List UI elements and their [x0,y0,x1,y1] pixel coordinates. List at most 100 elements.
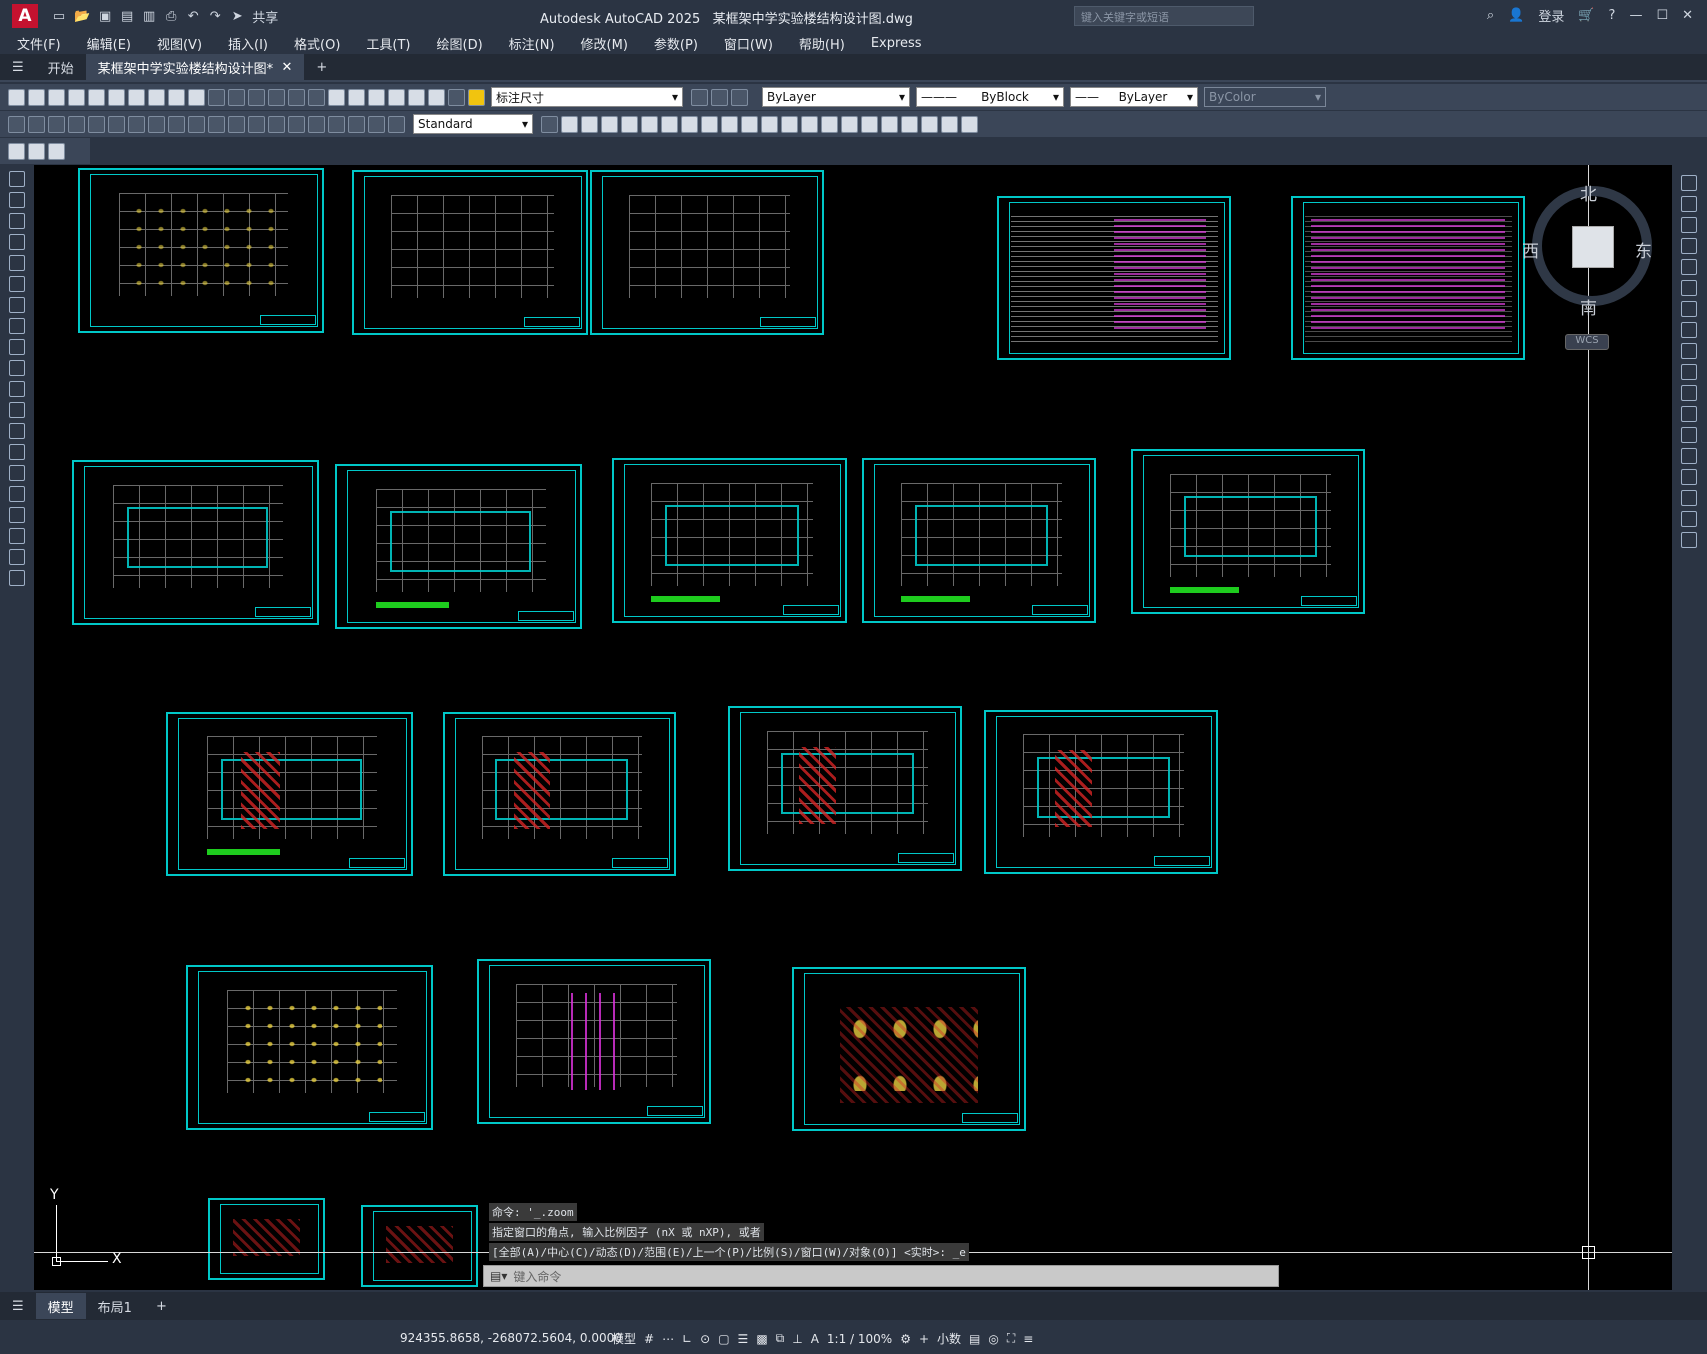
ortho-icon[interactable]: ∟ [682,1332,692,1346]
attribute-icon[interactable] [48,142,65,160]
stretch-icon[interactable] [721,115,738,133]
publish-icon[interactable]: ▥ [142,9,156,24]
drawing-sheet[interactable] [1131,449,1365,614]
help-search-input[interactable]: 键入关键字或短语 [1074,6,1254,26]
close-tab-icon[interactable]: ✕ [281,60,292,75]
drawing-sheet[interactable] [361,1205,478,1287]
point-icon[interactable] [9,444,25,460]
properties-icon[interactable] [328,88,345,106]
menu-view[interactable]: 视图(V) [157,34,202,53]
region-icon[interactable] [9,507,25,523]
bring-front-icon[interactable] [901,115,918,133]
save-icon[interactable]: ▣ [98,9,112,24]
maximize-button[interactable]: ☐ [1656,8,1668,23]
menu-file[interactable]: 文件(F) [17,34,61,53]
text-front-icon[interactable] [941,115,958,133]
zoom-icon[interactable] [268,88,285,106]
insert-icon[interactable] [9,402,25,418]
menu-modify[interactable]: 修改(M) [581,34,628,53]
undo-icon[interactable]: ↶ [186,9,200,24]
customize-icon[interactable]: ≡ [1023,1332,1033,1346]
menu-dimension[interactable]: 标注(N) [509,34,555,53]
plus-icon[interactable]: + [919,1332,929,1346]
color-select[interactable]: ByLayer ▾ [762,87,910,107]
hatch-back-icon[interactable] [961,115,978,133]
fillet-icon[interactable] [841,115,858,133]
menu-parametric[interactable]: 参数(P) [654,34,698,53]
command-input[interactable]: 键入命令 [513,1268,561,1285]
lineweight-select[interactable]: —— ByLayer ▾ [1070,87,1198,107]
drawing-sheet[interactable] [166,712,413,876]
ordinate-dim-icon[interactable] [68,115,85,133]
new-icon[interactable]: ▭ [52,9,66,24]
gradient-icon[interactable] [9,486,25,502]
array-icon[interactable] [1681,259,1697,275]
ucs-dynamic-icon[interactable]: ⊥ [792,1332,802,1346]
osnap-icon[interactable]: ▢ [718,1332,729,1346]
menu-express[interactable]: Express [871,36,922,51]
angular-dim-icon[interactable] [148,115,165,133]
open-icon[interactable] [28,88,45,106]
layer-select[interactable]: 标注尺寸 ▾ [491,87,683,107]
close-button[interactable]: ✕ [1682,8,1693,23]
scale-icon[interactable] [1681,322,1697,338]
draw-order-icon[interactable] [881,115,898,133]
make-current-icon[interactable] [731,88,748,106]
drawing-sheet[interactable] [728,706,962,871]
calculator-icon[interactable] [408,88,425,106]
tab-model[interactable]: 模型 [35,1293,86,1319]
mirror-icon[interactable] [1681,217,1697,233]
minimize-button[interactable]: — [1629,8,1642,23]
text-style-select[interactable]: Standard ▾ [413,114,533,134]
menu-help[interactable]: 帮助(H) [799,34,845,53]
dim-break-icon[interactable] [248,115,265,133]
drawing-sheet[interactable] [862,458,1096,623]
revision-cloud-icon[interactable] [9,318,25,334]
trim-icon[interactable] [741,115,758,133]
pan-icon[interactable] [248,88,265,106]
center-mark-icon[interactable] [288,115,305,133]
add-layout-button[interactable]: + [144,1293,179,1319]
rectangle-icon[interactable] [9,255,25,271]
selection-cycling-icon[interactable]: ⧉ [776,1331,785,1346]
transparency-icon[interactable]: ▩ [756,1332,767,1346]
spline-icon[interactable] [9,339,25,355]
mirror-icon[interactable] [601,115,618,133]
cart-icon[interactable]: 🛒 [1578,8,1594,23]
join-icon[interactable] [1681,448,1697,464]
chamfer-icon[interactable] [821,115,838,133]
coordinate-readout[interactable]: 924355.8658, -268072.5604, 0.0000 [400,1331,622,1345]
viewcube-north[interactable]: 北 [1580,180,1597,205]
drawing-sheet[interactable] [352,170,588,335]
properties-icon[interactable]: ▤ [969,1332,980,1346]
tolerance-icon[interactable] [268,115,285,133]
ellipse-arc-icon[interactable] [9,381,25,397]
copy-object-icon[interactable] [581,115,598,133]
drawing-sheet[interactable] [590,170,824,335]
tool-palette-icon[interactable] [368,88,385,106]
radius-dim-icon[interactable] [88,115,105,133]
wcs-menu[interactable]: WCS [1565,334,1609,350]
array-icon[interactable] [641,115,658,133]
match-prop-icon[interactable] [188,88,205,106]
quick-dim-icon[interactable] [168,115,185,133]
inspection-icon[interactable] [308,115,325,133]
move-icon[interactable] [1681,280,1697,296]
command-line[interactable]: ▤▾ 键入命令 [483,1265,1279,1287]
polyline-icon[interactable] [9,213,25,229]
block-editor-icon[interactable] [8,142,25,160]
menu-window[interactable]: 窗口(W) [724,34,773,53]
plot-icon[interactable]: ⎙ [164,9,178,24]
linear-dim-icon[interactable] [8,115,25,133]
model-space-button[interactable]: 模型 [612,1330,636,1347]
drawing-sheet[interactable] [186,965,433,1130]
drawing-sheet[interactable] [208,1198,325,1280]
search-icon[interactable]: ⌕ [1487,8,1494,23]
make-block-icon[interactable] [9,423,25,439]
extend-icon[interactable] [1681,385,1697,401]
menu-draw[interactable]: 绘图(D) [437,34,483,53]
viewcube-top-face[interactable] [1572,226,1614,268]
drawing-sheet[interactable] [78,168,324,333]
break-at-point-icon[interactable] [1681,406,1697,422]
ellipse-icon[interactable] [9,360,25,376]
